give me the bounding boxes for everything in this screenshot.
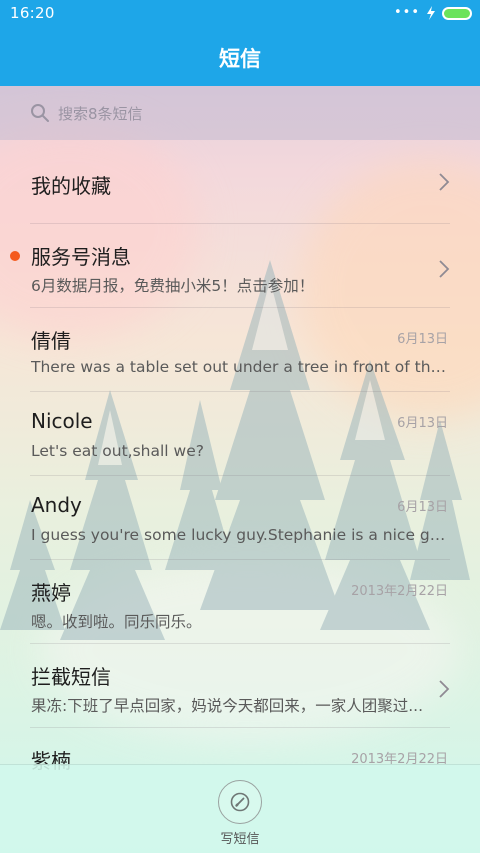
status-time: 16:20 — [10, 4, 55, 22]
chevron-right-icon — [439, 680, 450, 698]
search-icon — [31, 104, 49, 122]
search-bar[interactable]: 搜索8条短信 — [0, 86, 480, 140]
chevron-right-icon — [439, 260, 450, 278]
compose-button[interactable] — [218, 780, 262, 824]
list-item-blocked-messages[interactable]: 拦截短信 果冻:下班了早点回家，妈说今天都回来，一家人团聚过... — [0, 644, 480, 728]
list-item-title: Andy — [31, 493, 82, 517]
list-item-preview: 6月数据月报，免费抽小米5！点击参加！ — [31, 277, 315, 295]
list-item-preview: I guess you're some lucky guy.Stephanie … — [31, 526, 447, 544]
pencil-circle-icon — [230, 792, 250, 812]
list-item-title: 燕婷 — [31, 581, 71, 605]
list-item-date: 2013年2月22日 — [351, 584, 448, 599]
list-item-preview: There was a table set out under a tree i… — [31, 358, 447, 376]
page-title: 短信 — [219, 47, 261, 71]
battery-icon — [442, 6, 472, 20]
status-bar: 16:20 ••• — [0, 0, 480, 28]
signal-dots-icon: ••• — [393, 5, 420, 20]
charging-bolt-icon — [427, 6, 435, 20]
unread-dot-icon — [10, 251, 20, 261]
status-indicators: ••• — [394, 6, 472, 20]
list-item-date: 6月13日 — [397, 500, 448, 515]
list-item-service-messages[interactable]: 服务号消息 6月数据月报，免费抽小米5！点击参加！ — [0, 224, 480, 308]
list-item-preview: 果冻:下班了早点回家，妈说今天都回来，一家人团聚过... — [31, 697, 424, 715]
list-item-title: 倩倩 — [31, 329, 71, 353]
search-placeholder: 搜索8条短信 — [58, 105, 143, 123]
list-item-conversation[interactable]: 倩倩 6月13日 There was a table set out under… — [0, 308, 480, 392]
conversation-list: 我的收藏 服务号消息 6月数据月报，免费抽小米5！点击参加！ 倩倩 6月13日 … — [0, 140, 480, 812]
list-item-conversation[interactable]: Nicole 6月13日 Let's eat out,shall we? — [0, 392, 480, 476]
list-item-preview: 嗯。收到啦。同乐同乐。 — [31, 613, 202, 631]
list-item-conversation[interactable]: 燕婷 2013年2月22日 嗯。收到啦。同乐同乐。 — [0, 560, 480, 644]
messages-screen: 16:20 ••• 短信 搜索8条短信 我的收藏 服务号消息 6月数据月报，免费… — [0, 0, 480, 853]
list-item-title: Nicole — [31, 409, 93, 433]
header-bar: 短信 — [0, 28, 480, 86]
list-item-title: 服务号消息 — [31, 245, 131, 269]
list-item-conversation[interactable]: Andy 6月13日 I guess you're some lucky guy… — [0, 476, 480, 560]
compose-label: 写短信 — [220, 832, 260, 847]
list-item-date: 6月13日 — [397, 416, 448, 431]
chevron-right-icon — [439, 173, 450, 191]
list-item-date: 6月13日 — [397, 332, 448, 347]
list-item-favorites[interactable]: 我的收藏 — [0, 140, 480, 224]
list-item-title: 拦截短信 — [31, 665, 111, 689]
list-item-title: 我的收藏 — [31, 174, 111, 198]
list-item-preview: Let's eat out,shall we? — [31, 442, 204, 460]
bottom-bar: 写短信 — [0, 764, 480, 853]
